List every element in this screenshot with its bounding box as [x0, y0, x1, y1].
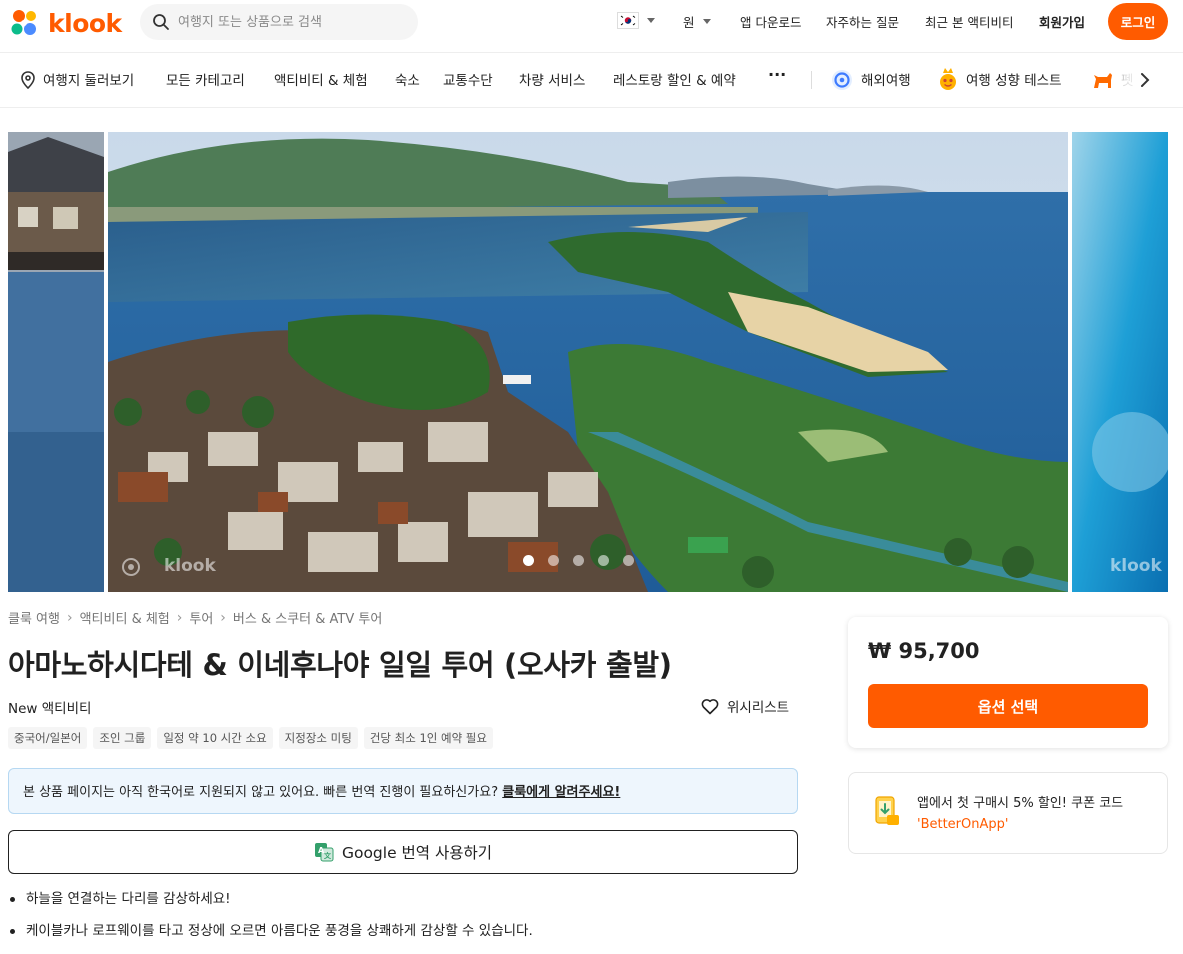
hero-prev-slide[interactable] — [8, 132, 104, 592]
heart-icon — [701, 698, 719, 714]
coupon-text: 앱에서 첫 구매시 5% 할인! 쿠폰 코드 — [917, 796, 1124, 811]
cat-travel-test[interactable]: 여행 성향 테스트 — [966, 69, 1062, 89]
korea-flag-icon[interactable] — [617, 12, 639, 29]
list-item: 케이블카나 로프웨이를 타고 정상에 오르면 아름다운 풍경을 상쾌하게 감상할… — [8, 922, 533, 954]
carousel-dot[interactable] — [623, 555, 634, 566]
breadcrumb-item[interactable]: 투어 — [189, 608, 213, 627]
category-bar: 여행지 둘러보기 모든 카테고리 액티비티 & 체험 숙소 교통수단 차량 서비… — [0, 53, 1183, 108]
google-translate-button[interactable]: A 文 Google 번역 사용하기 — [8, 830, 798, 874]
hero-watermark: klook — [164, 556, 216, 576]
cat-explore-destinations[interactable]: 여행지 둘러보기 — [43, 69, 134, 89]
hero-next-slide[interactable]: klook — [1072, 132, 1168, 592]
notice-link[interactable]: 클룩에게 알려주세요! — [502, 785, 620, 800]
cat-restaurant[interactable]: 레스토랑 할인 & 예약 — [613, 69, 736, 89]
tag-meeting: 지정장소 미팅 — [278, 727, 358, 749]
wishlist-button[interactable]: 위시리스트 — [701, 696, 789, 716]
language-caret-icon[interactable] — [647, 18, 655, 23]
price-value: ₩ 95,700 — [868, 639, 980, 663]
breadcrumb-item[interactable]: 클룩 여행 — [8, 608, 60, 627]
currency-selector[interactable]: 원 — [683, 0, 711, 42]
breadcrumb-item[interactable]: 버스 & 스쿠터 & ATV 투어 — [233, 608, 382, 627]
globe-icon — [832, 70, 852, 90]
tag-group: 조인 그룹 — [93, 727, 152, 749]
klook-watermark-icon — [122, 558, 140, 576]
category-divider — [811, 71, 812, 89]
carousel-dot[interactable] — [548, 555, 559, 566]
new-activity-label: New 액티비티 — [8, 701, 92, 717]
highlights-list: 하늘을 연결하는 다리를 감상하세요! 케이블카나 로프웨이를 타고 정상에 오… — [8, 890, 533, 954]
breadcrumb-item[interactable]: 액티비티 & 체험 — [80, 608, 170, 627]
signup-link[interactable]: 회원가입 — [1039, 0, 1085, 42]
cat-accommodation[interactable]: 숙소 — [395, 69, 420, 89]
carousel-dot[interactable] — [573, 555, 584, 566]
breadcrumb: 클룩 여행 › 액티비티 & 체험 › 투어 › 버스 & 스쿠터 & ATV … — [8, 608, 382, 628]
chevron-right-icon: › — [220, 609, 226, 626]
recent-activities-link[interactable]: 최근 본 액티비티 — [925, 0, 1013, 42]
more-menu-button[interactable]: ··· — [768, 65, 786, 84]
dog-icon — [1094, 73, 1112, 88]
currency-caret-icon — [702, 18, 711, 24]
next-slide-watermark: klook — [1110, 556, 1162, 576]
carousel-dot[interactable] — [523, 555, 534, 566]
tag-min-booking: 건당 최소 1인 예약 필요 — [363, 727, 493, 749]
translation-notice: 본 상품 페이지는 아직 한국어로 지원되지 않고 있어요. 빠른 번역 진행이… — [8, 768, 798, 814]
location-pin-icon — [21, 71, 35, 89]
tag-language: 중국어/일본어 — [8, 727, 88, 749]
svg-text:文: 文 — [324, 851, 332, 860]
list-item: 하늘을 연결하는 다리를 감상하세요! — [8, 890, 533, 922]
hero-main-image[interactable]: klook — [108, 132, 1068, 592]
google-translate-label: Google 번역 사용하기 — [341, 844, 493, 862]
cat-activities[interactable]: 액티비티 & 체험 — [274, 69, 368, 89]
klook-logo[interactable]: klook — [8, 7, 122, 39]
translate-icon: A 文 — [314, 843, 334, 862]
cat-transport[interactable]: 교통수단 — [443, 69, 493, 89]
cat-all-categories[interactable]: 모든 카테고리 — [166, 69, 245, 89]
faq-link[interactable]: 자주하는 질문 — [826, 0, 899, 42]
search-input[interactable] — [178, 14, 398, 30]
carousel-dots — [523, 555, 634, 566]
coupon-phone-icon — [875, 796, 899, 825]
klook-logo-icon — [8, 7, 42, 39]
cat-overseas-travel[interactable]: 해외여행 — [861, 69, 911, 89]
login-button[interactable]: 로그인 — [1108, 3, 1168, 40]
price-card: ₩ 95,700 옵션 선택 — [848, 617, 1168, 748]
chevron-right-icon: › — [176, 609, 183, 626]
cat-car-service[interactable]: 차량 서비스 — [519, 69, 585, 89]
wishlist-label: 위시리스트 — [727, 700, 790, 716]
select-option-button[interactable]: 옵션 선택 — [868, 684, 1148, 728]
product-tags: 중국어/일본어 조인 그룹 일정 약 10 시간 소요 지정장소 미팅 건당 최… — [8, 727, 493, 749]
chevron-right-icon: › — [66, 609, 73, 626]
coupon-code: 'BetterOnApp' — [917, 817, 1009, 832]
notice-text: 본 상품 페이지는 아직 한국어로 지원되지 않고 있어요. 빠른 번역 진행이… — [23, 785, 499, 800]
tag-duration: 일정 약 10 시간 소요 — [157, 727, 273, 749]
app-coupon-card[interactable]: 앱에서 첫 구매시 5% 할인! 쿠폰 코드 'BetterOnApp' — [848, 772, 1168, 854]
carousel-dot[interactable] — [598, 555, 609, 566]
chevron-right-icon[interactable] — [1140, 72, 1150, 88]
app-download-link[interactable]: 앱 다운로드 — [740, 0, 801, 42]
emoji-icon — [940, 68, 956, 90]
search-bar[interactable] — [140, 4, 418, 40]
search-icon — [153, 14, 169, 30]
top-header: klook 원 앱 다운로드 자주하는 질문 최근 본 액티비티 회원가입 로그… — [0, 0, 1183, 53]
currency-label: 원 — [683, 14, 695, 30]
logo-text: klook — [48, 8, 122, 38]
product-title: 아마노하시다테 & 이네후나야 일일 투어 (오사카 출발) — [8, 648, 672, 682]
